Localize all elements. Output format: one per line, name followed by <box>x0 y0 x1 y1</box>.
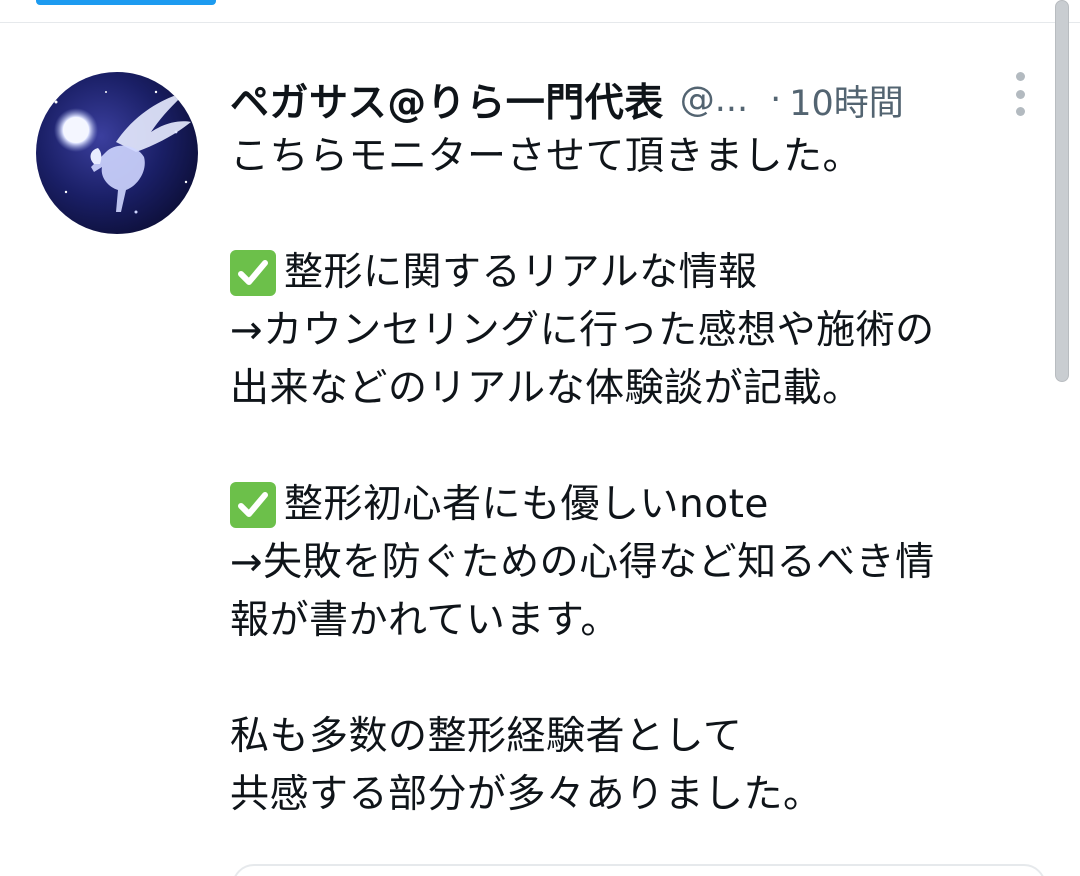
header-separator: · <box>770 80 782 120</box>
more-vertical-icon[interactable] <box>1006 72 1034 116</box>
tweet-text: 整形初心者にも優しいnote <box>284 482 769 527</box>
tweet-line: →失敗を防ぐための心得など知るべき情 <box>230 534 1050 592</box>
tweet-line: 整形に関するリアルな情報 <box>230 244 1050 302</box>
tweet-line: 報が書かれています。 <box>230 592 1050 650</box>
tweet-text: →失敗を防ぐための心得など知るべき情 <box>230 540 935 585</box>
tweet-text: 共感する部分が多々ありました。 <box>230 772 823 817</box>
top-divider <box>0 22 1080 23</box>
avatar[interactable] <box>36 72 198 234</box>
tweet-line: 整形初心者にも優しいnote <box>230 476 1050 534</box>
tweet-body: こちらモニターさせて頂きました。 整形に関するリアルな情報 →カウンセリングに行… <box>230 128 1050 824</box>
scrollbar[interactable] <box>1055 0 1069 382</box>
tweet-text: →カウンセリングに行った感想や施術の <box>230 308 935 353</box>
tweet-line: 共感する部分が多々ありました。 <box>230 766 1050 824</box>
tweet-text: 報が書かれています。 <box>230 598 620 643</box>
tweet-text: 出来などのリアルな体験談が記載。 <box>230 366 862 411</box>
check-mark-button-icon <box>230 250 276 296</box>
tweet-screen: ペガサス@りら一門代表 @... · 10時間 こちらモニターさせて頂きました。… <box>0 0 1080 876</box>
author-display-name[interactable]: ペガサス@りら一門代表 <box>230 72 664 128</box>
tweet-line: 出来などのリアルな体験談が記載。 <box>230 360 1050 418</box>
embedded-card[interactable] <box>232 864 1046 876</box>
tweet-line: →カウンセリングに行った感想や施術の <box>230 302 1050 360</box>
pegasus-avatar-icon <box>36 72 198 234</box>
check-mark-button-icon <box>230 482 276 528</box>
author-handle[interactable]: @... <box>680 80 748 120</box>
top-tab-indicator <box>36 0 216 5</box>
tweet-line: こちらモニターさせて頂きました。 <box>230 128 1050 186</box>
tweet-line: 私も多数の整形経験者として <box>230 708 1050 766</box>
tweet-text: こちらモニターさせて頂きました。 <box>230 134 863 179</box>
tweet-text: 整形に関するリアルな情報 <box>284 250 758 295</box>
tweet-text: 私も多数の整形経験者として <box>230 714 743 759</box>
tweet-timestamp[interactable]: 10時間 <box>789 75 904 126</box>
tweet-header: ペガサス@りら一門代表 @... · 10時間 <box>230 70 1040 130</box>
